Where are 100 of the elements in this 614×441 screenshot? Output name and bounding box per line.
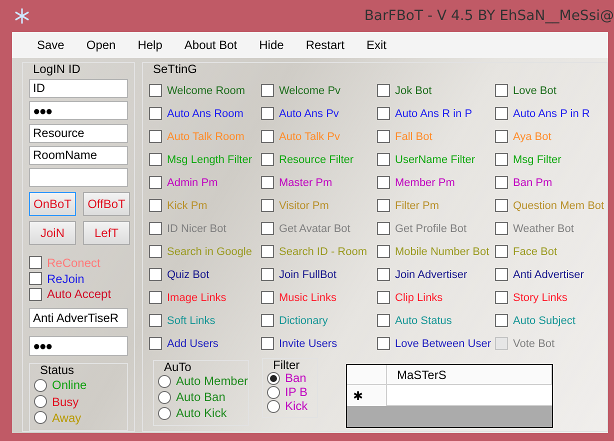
text-field[interactable]: ID: [29, 79, 128, 98]
checkbox[interactable]: [261, 153, 274, 166]
radio-button[interactable]: [34, 411, 47, 424]
checkbox[interactable]: [377, 153, 390, 166]
text-field[interactable]: Anti AdverTiseR: [29, 308, 128, 328]
bot-button[interactable]: OffBoT: [83, 192, 130, 216]
checkbox[interactable]: [377, 199, 390, 212]
menu-item[interactable]: Hide: [248, 38, 295, 52]
checkbox[interactable]: [261, 245, 274, 258]
radio-label: Auto Kick: [176, 406, 227, 420]
checkbox[interactable]: [377, 84, 390, 97]
checkbox[interactable]: [149, 107, 162, 120]
checkbox-label: Auto Ans Pv: [279, 108, 339, 120]
bot-button[interactable]: OnBoT: [29, 192, 76, 216]
text-field[interactable]: Resource: [29, 124, 128, 143]
checkbox-label: Welcome Pv: [279, 84, 341, 96]
checkbox[interactable]: [149, 84, 162, 97]
checkbox[interactable]: [149, 245, 162, 258]
radio-button[interactable]: [267, 372, 280, 384]
checkbox[interactable]: [149, 314, 162, 327]
checkbox[interactable]: [495, 291, 508, 304]
corner-header: [347, 365, 387, 385]
checkbox-label: Face Bot: [513, 246, 558, 258]
checkbox[interactable]: [377, 268, 390, 281]
radio-button[interactable]: [158, 406, 171, 420]
bot-button[interactable]: JoiN: [29, 220, 76, 245]
checkbox[interactable]: [261, 107, 274, 120]
group-title: Status: [40, 363, 74, 378]
checkbox-label: Add Users: [167, 338, 218, 350]
checkbox[interactable]: [149, 291, 162, 304]
checkbox[interactable]: [377, 176, 390, 189]
checkbox[interactable]: [261, 337, 274, 350]
menu-item[interactable]: Save: [26, 38, 76, 52]
menu-item[interactable]: Exit: [356, 38, 398, 52]
checkbox[interactable]: [495, 153, 508, 166]
checkbox[interactable]: [377, 130, 390, 143]
checkbox[interactable]: [495, 268, 508, 281]
checkbox[interactable]: [495, 314, 508, 327]
text-field[interactable]: RoomName: [29, 146, 128, 165]
grid-cell[interactable]: [387, 385, 552, 406]
checkbox[interactable]: [149, 176, 162, 189]
checkbox[interactable]: [495, 222, 508, 235]
checkbox[interactable]: [495, 130, 508, 143]
checkbox[interactable]: [261, 130, 274, 143]
radio-label: Auto Member: [176, 374, 248, 388]
checkbox-label: Filter Pm: [395, 200, 439, 212]
checkbox-label: Story Links: [513, 292, 568, 304]
checkbox[interactable]: [495, 245, 508, 258]
checkbox-label: Kick Pm: [167, 200, 208, 212]
checkbox[interactable]: [149, 268, 162, 281]
checkbox[interactable]: [495, 199, 508, 212]
checkbox[interactable]: [261, 199, 274, 212]
checkbox[interactable]: [495, 84, 508, 97]
checkbox[interactable]: [377, 314, 390, 327]
checkbox[interactable]: [377, 291, 390, 304]
column-header[interactable]: MaSTerS: [387, 365, 552, 385]
checkbox[interactable]: [149, 153, 162, 166]
checkbox[interactable]: [377, 107, 390, 120]
checkbox-label: Auto Ans R in P: [395, 108, 472, 120]
text-field[interactable]: [29, 168, 128, 188]
checkbox[interactable]: [377, 222, 390, 235]
checkbox[interactable]: [261, 268, 274, 281]
checkbox-label: Search in Google: [167, 246, 252, 258]
checkbox[interactable]: [149, 337, 162, 350]
checkbox[interactable]: [29, 256, 42, 270]
checkbox-label: Fall Bot: [395, 130, 432, 142]
bot-button[interactable]: LefT: [83, 220, 130, 245]
checkbox[interactable]: [495, 107, 508, 120]
checkbox[interactable]: [149, 222, 162, 235]
radio-button[interactable]: [158, 390, 171, 404]
checkbox[interactable]: [495, 176, 508, 189]
menu-item[interactable]: Open: [75, 38, 127, 52]
checkbox[interactable]: [261, 84, 274, 97]
radio-button[interactable]: [34, 395, 47, 408]
checkbox[interactable]: [29, 272, 42, 286]
checkbox-label: Auto Status: [395, 314, 452, 326]
checkbox[interactable]: [377, 245, 390, 258]
checkbox[interactable]: [29, 288, 42, 301]
checkbox[interactable]: [261, 176, 274, 189]
checkbox-label: Member Pm: [395, 176, 455, 188]
checkbox[interactable]: [149, 199, 162, 212]
menu-item[interactable]: About Bot: [173, 38, 248, 52]
menu-item[interactable]: Help: [126, 38, 174, 52]
checkbox[interactable]: [149, 130, 162, 143]
password-field[interactable]: ●●●: [29, 101, 128, 120]
radio-label: Online: [52, 378, 87, 392]
radio-button[interactable]: [34, 378, 47, 392]
radio-button[interactable]: [267, 386, 280, 398]
checkbox-label: Love Bot: [513, 84, 556, 96]
radio-button[interactable]: [267, 400, 280, 412]
checkbox[interactable]: [377, 337, 390, 350]
checkbox[interactable]: [261, 222, 274, 235]
radio-button[interactable]: [158, 374, 171, 388]
checkbox[interactable]: [261, 291, 274, 304]
menu-item[interactable]: Restart: [294, 38, 356, 52]
checkbox[interactable]: [261, 314, 274, 327]
radio-label: Auto Ban: [176, 390, 226, 404]
snowflake-icon: [14, 8, 30, 24]
password-field[interactable]: ●●●: [29, 336, 128, 356]
checkbox-label: Welcome Room: [167, 84, 246, 96]
